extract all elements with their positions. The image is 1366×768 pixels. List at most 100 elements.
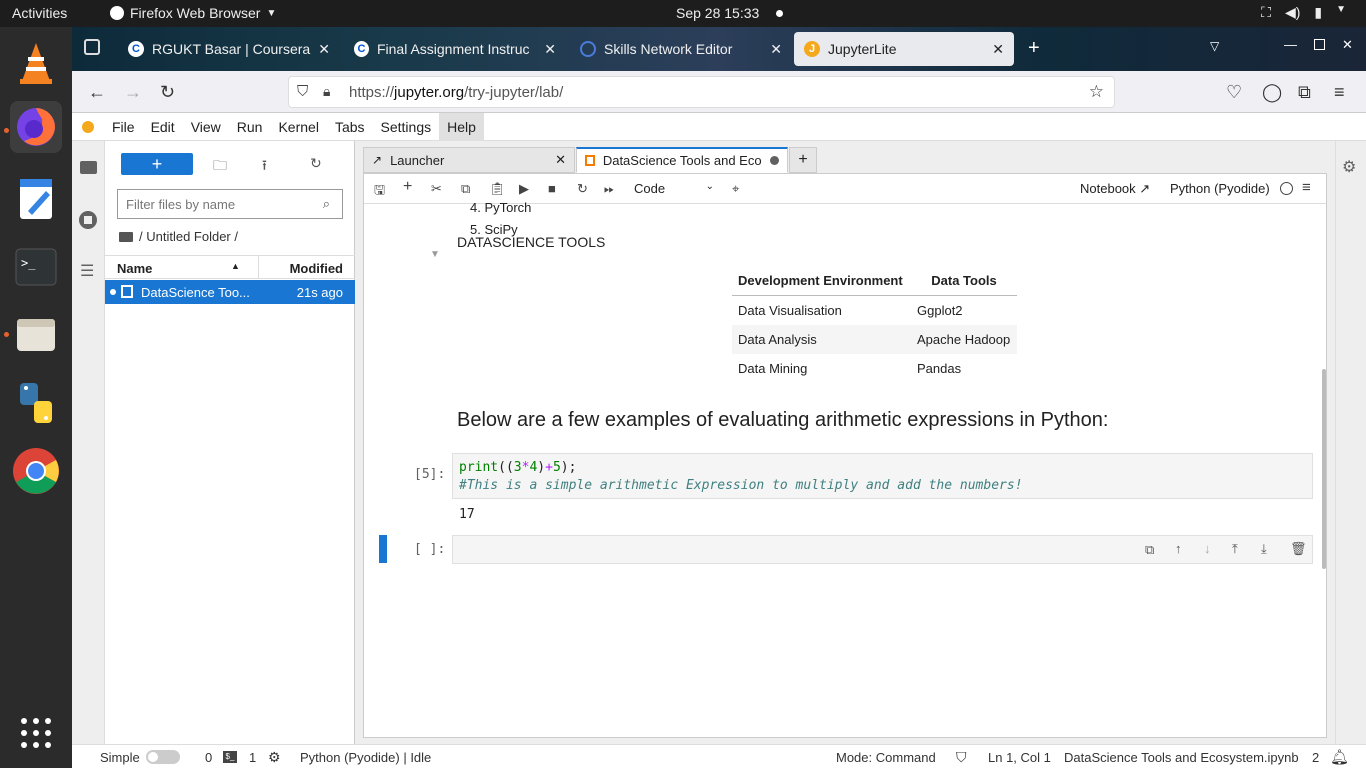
lock-icon[interactable]: 🔒︎: [323, 83, 330, 100]
cursor-position[interactable]: Ln 1, Col 1: [988, 750, 1051, 765]
hamburger-menu-icon[interactable]: ≡: [1334, 82, 1345, 103]
tab-launcher[interactable]: ↗ Launcher ✕: [363, 147, 575, 173]
menu-icon[interactable]: ≡: [1302, 179, 1311, 196]
menu-edit[interactable]: Edit: [143, 113, 183, 141]
files-launcher[interactable]: [10, 309, 62, 361]
menu-tabs[interactable]: Tabs: [327, 113, 373, 141]
app-name: Firefox Web Browser: [130, 5, 261, 21]
tab-list-icon[interactable]: ▽: [1210, 39, 1219, 53]
move-up-icon[interactable]: ↑: [1175, 541, 1182, 556]
stop-icon[interactable]: ■: [548, 181, 556, 196]
browser-tab[interactable]: Skills Network Editor ✕: [570, 32, 792, 66]
extensions-icon[interactable]: ⧉: [1298, 82, 1311, 103]
close-icon[interactable]: ✕: [555, 152, 566, 168]
duplicate-cell-icon[interactable]: ⧉: [1145, 542, 1154, 558]
app-menu[interactable]: Firefox Web Browser ▼: [110, 5, 276, 21]
browser-tab[interactable]: C RGUKT Basar | Coursera ✕: [118, 32, 340, 66]
menu-run[interactable]: Run: [229, 113, 271, 141]
browser-tab-active[interactable]: J JupyterLite ✕: [794, 32, 1014, 66]
cell-prompt: [ ]:: [414, 542, 446, 557]
move-down-icon[interactable]: ↓: [1204, 541, 1211, 556]
add-tab-button[interactable]: +: [789, 147, 817, 173]
show-apps-button[interactable]: [10, 707, 62, 759]
menu-file[interactable]: File: [104, 113, 143, 141]
filter-files-input[interactable]: Filter files by name ⌕: [117, 189, 343, 219]
cell-type-select[interactable]: Code ⌄: [634, 181, 714, 196]
text-editor-launcher[interactable]: [10, 173, 62, 225]
save-icon[interactable]: 🖫︎: [374, 181, 385, 203]
kernels-count[interactable]: 1: [249, 750, 256, 765]
fast-forward-icon[interactable]: ⏩︎: [604, 181, 614, 197]
tab-notebook[interactable]: DataScience Tools and Ecosy: [576, 147, 788, 173]
url-bar[interactable]: ⛉ 🔒︎ https://jupyter.org/try-jupyter/lab…: [288, 76, 1115, 108]
menu-view[interactable]: View: [183, 113, 229, 141]
python-launcher[interactable]: [10, 377, 62, 429]
shield-icon[interactable]: ⛉: [297, 83, 308, 100]
run-icon[interactable]: ▶: [519, 181, 529, 197]
menu-kernel[interactable]: Kernel: [270, 113, 326, 141]
notebook-open-button[interactable]: Notebook ↗: [1080, 181, 1150, 197]
column-modified[interactable]: Modified: [290, 261, 343, 276]
file-row[interactable]: DataScience Too... 21s ago: [105, 280, 355, 304]
close-icon[interactable]: ✕: [770, 41, 782, 58]
back-icon[interactable]: ←: [88, 82, 106, 103]
new-tab-button[interactable]: +: [1028, 37, 1040, 60]
browser-tab[interactable]: C Final Assignment Instruc ✕: [344, 32, 566, 66]
activities-button[interactable]: Activities: [12, 5, 67, 21]
cut-icon[interactable]: ✂: [431, 181, 442, 197]
folder-icon[interactable]: [80, 161, 97, 174]
browser-tab-bar: C RGUKT Basar | Coursera ✕ C Final Assig…: [72, 27, 1366, 71]
system-tray[interactable]: ⛶ ◀) ▮ ▼: [1261, 4, 1346, 21]
menu-settings[interactable]: Settings: [373, 113, 440, 141]
code-cell-input[interactable]: print((3*4)+5); #This is a simple arithm…: [452, 453, 1313, 499]
menu-help[interactable]: Help: [439, 112, 484, 141]
reload-icon[interactable]: ↻: [160, 82, 175, 103]
scrollbar[interactable]: [1322, 369, 1326, 569]
browser-nav-bar: ← → ↻ ⛉ 🔒︎ https://jupyter.org/try-jupyt…: [72, 71, 1366, 113]
table-of-contents-icon[interactable]: ☰: [80, 261, 94, 281]
running-icon[interactable]: [79, 211, 97, 229]
paste-icon[interactable]: 📋︎: [489, 181, 506, 197]
maximize-button[interactable]: [1314, 39, 1325, 50]
chrome-launcher[interactable]: [10, 445, 62, 497]
collapse-caret-icon[interactable]: ▼: [430, 249, 440, 260]
account-icon[interactable]: ◯: [1262, 82, 1282, 103]
insert-above-icon[interactable]: ⤒: [1232, 541, 1238, 557]
column-name[interactable]: Name: [117, 261, 152, 276]
minimize-button[interactable]: —: [1284, 37, 1297, 52]
table-header: Data Tools: [911, 266, 1017, 296]
bell-icon[interactable]: 🔔︎: [1330, 748, 1349, 766]
insert-below-icon[interactable]: ⤓: [1261, 541, 1267, 557]
breadcrumb[interactable]: / Untitled Folder /: [119, 229, 238, 244]
insert-cell-icon[interactable]: +: [403, 178, 412, 196]
close-icon[interactable]: ✕: [544, 41, 556, 58]
terminal-launcher[interactable]: >_: [10, 241, 62, 293]
jupyter-menubar: File Edit View Run Kernel Tabs Settings …: [72, 112, 1366, 141]
close-icon[interactable]: ✕: [992, 41, 1004, 58]
notification-count[interactable]: 2: [1312, 750, 1319, 765]
clock[interactable]: Sep 28 15:33: [676, 5, 759, 21]
property-inspector-icon[interactable]: ⚙: [1342, 157, 1356, 177]
bookmark-star-icon[interactable]: ☆: [1089, 82, 1104, 102]
copy-icon[interactable]: ⧉: [461, 181, 470, 197]
firefox-launcher[interactable]: [10, 101, 62, 153]
debug-pin-icon[interactable]: ⌖: [732, 181, 739, 197]
kernel-name[interactable]: Python (Pyodide): [1170, 181, 1270, 196]
pocket-icon[interactable]: ♡: [1226, 82, 1242, 103]
empty-code-cell[interactable]: ⧉ ↑ ↓ ⤒ ⤓ 🗑︎: [452, 535, 1313, 564]
close-icon[interactable]: ✕: [318, 41, 330, 58]
new-folder-icon[interactable]: 🗀︎: [213, 155, 227, 179]
vlc-launcher[interactable]: [10, 37, 62, 89]
close-window-button[interactable]: ✕: [1342, 37, 1353, 53]
terminals-count[interactable]: 0: [205, 750, 212, 765]
simple-mode-toggle[interactable]: [146, 750, 180, 764]
upload-icon[interactable]: ⭱: [262, 155, 267, 179]
forward-icon[interactable]: →: [124, 82, 142, 103]
refresh-icon[interactable]: ↻: [310, 155, 322, 172]
new-launcher-button[interactable]: +: [121, 153, 193, 175]
tab-overview-icon[interactable]: [84, 39, 100, 55]
restart-icon[interactable]: ↻: [577, 181, 588, 197]
delete-icon[interactable]: 🗑︎: [1290, 541, 1307, 557]
kernel-status[interactable]: Python (Pyodide) | Idle: [300, 750, 431, 765]
simple-mode-label: Simple: [100, 750, 140, 765]
